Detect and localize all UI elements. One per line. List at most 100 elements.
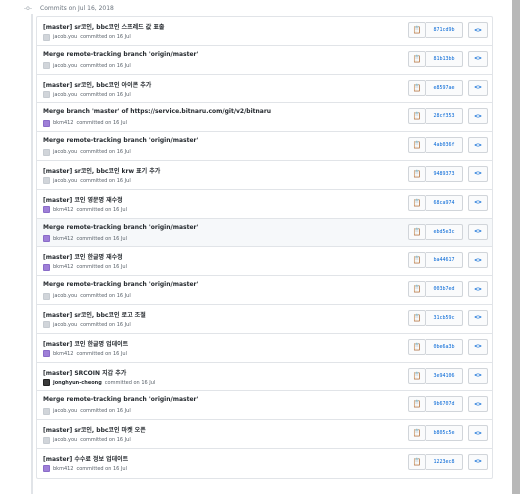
- avatar[interactable]: [43, 119, 50, 127]
- commit-row: [master] 코인 한글명 업데이트 bkm412 committed on 1…: [37, 334, 492, 363]
- author-link[interactable]: jacob.you: [53, 322, 77, 328]
- author-link[interactable]: bkm412: [53, 351, 73, 357]
- code-icon[interactable]: <>: [468, 309, 488, 326]
- commit-sha-button[interactable]: 28cf353: [426, 108, 463, 125]
- avatar[interactable]: [43, 62, 50, 70]
- clipboard-icon[interactable]: 📋: [408, 425, 426, 442]
- commit-sha-button[interactable]: e8597ae: [426, 79, 463, 96]
- clipboard-icon[interactable]: 📋: [408, 50, 426, 67]
- clipboard-icon[interactable]: 📋: [408, 137, 426, 154]
- commit-sha-button[interactable]: 9489373: [426, 165, 463, 182]
- code-icon[interactable]: <>: [468, 223, 488, 240]
- commit-sha-button[interactable]: 31cb59c: [426, 309, 463, 326]
- author-link[interactable]: jacob.you: [53, 63, 77, 69]
- code-icon[interactable]: <>: [468, 281, 488, 298]
- author-link[interactable]: bkm412: [53, 120, 73, 126]
- author-link[interactable]: bkm412: [53, 207, 73, 213]
- clipboard-icon[interactable]: 📋: [408, 108, 426, 125]
- code-icon[interactable]: <>: [468, 425, 488, 442]
- commit-message-link[interactable]: [master] sr코인, bbc코인 마켓 오픈: [43, 425, 146, 434]
- author-link[interactable]: jacob.you: [53, 408, 77, 414]
- commit-message-link[interactable]: [master] 코인 한글명 업데이트: [43, 339, 128, 348]
- commit-sha-button[interactable]: 68ca974: [426, 194, 463, 211]
- commit-sha-button[interactable]: b805c5e: [426, 425, 463, 442]
- clipboard-icon[interactable]: 📋: [408, 223, 426, 240]
- clipboard-icon[interactable]: 📋: [408, 309, 426, 326]
- avatar[interactable]: [43, 91, 50, 99]
- commit-message-link[interactable]: [master] sr코인, bbc코인 아이콘 추가: [43, 80, 151, 89]
- avatar[interactable]: [43, 465, 50, 473]
- commit-sha-button[interactable]: 1223ec8: [426, 453, 463, 470]
- commit-message-link[interactable]: [master] sr코인, bbc코인 스프레드 값 표출: [43, 22, 164, 31]
- avatar[interactable]: [43, 321, 50, 329]
- author-link[interactable]: bkm412: [53, 236, 73, 242]
- commit-message-link[interactable]: [master] sr코인, bbc코인 krw 표기 추가: [43, 166, 160, 175]
- commit-sha-button[interactable]: 871cd9b: [426, 22, 463, 38]
- avatar[interactable]: [43, 33, 50, 41]
- commit-sha-button[interactable]: 4ab036f: [426, 137, 463, 154]
- author-link[interactable]: jacob.you: [53, 293, 77, 299]
- commit-message-link[interactable]: Merge branch 'master' of https://service…: [43, 108, 271, 115]
- clipboard-icon[interactable]: 📋: [408, 453, 426, 470]
- clipboard-icon[interactable]: 📋: [408, 22, 426, 38]
- commit-meta: jacob.you committed on 16 Jul: [43, 407, 131, 415]
- clipboard-icon[interactable]: 📋: [408, 281, 426, 298]
- clipboard-icon[interactable]: 📋: [408, 367, 426, 384]
- author-link[interactable]: jacob.you: [53, 178, 77, 184]
- commit-sha-button[interactable]: ba44617: [426, 252, 463, 269]
- code-icon[interactable]: <>: [468, 194, 488, 211]
- commit-message-link[interactable]: [master] sr코인, bbc코인 로고 조절: [43, 310, 146, 319]
- author-link[interactable]: jacob.you: [53, 149, 77, 155]
- avatar[interactable]: [43, 148, 50, 156]
- clipboard-icon[interactable]: 📋: [408, 396, 426, 413]
- commit-message-link[interactable]: Merge remote-tracking branch 'origin/mas…: [43, 281, 198, 288]
- code-icon[interactable]: <>: [468, 22, 488, 38]
- commit-message-link[interactable]: [master] 수수료 정보 업데이트: [43, 454, 128, 463]
- clipboard-icon[interactable]: 📋: [408, 194, 426, 211]
- author-link[interactable]: bkm412: [53, 466, 73, 472]
- code-icon[interactable]: <>: [468, 367, 488, 384]
- author-link[interactable]: jonghyun-cheong: [53, 380, 102, 386]
- author-link[interactable]: bkm412: [53, 264, 73, 270]
- code-icon[interactable]: <>: [468, 137, 488, 154]
- code-icon[interactable]: <>: [468, 165, 488, 182]
- clipboard-icon[interactable]: 📋: [408, 338, 426, 355]
- avatar[interactable]: [43, 235, 50, 243]
- avatar[interactable]: [43, 436, 50, 444]
- code-icon[interactable]: <>: [468, 108, 488, 125]
- clipboard-icon[interactable]: 📋: [408, 79, 426, 96]
- commit-message-link[interactable]: Merge remote-tracking branch 'origin/mas…: [43, 137, 198, 144]
- commit-message-link[interactable]: [master] 코인 한글명 재수정: [43, 252, 123, 261]
- commit-sha-button[interactable]: 81b13bb: [426, 50, 463, 67]
- code-icon[interactable]: <>: [468, 338, 488, 355]
- code-icon[interactable]: <>: [468, 396, 488, 413]
- scrollbar[interactable]: [512, 0, 520, 494]
- avatar[interactable]: [43, 292, 50, 300]
- commit-sha-button[interactable]: 003b7ed: [426, 281, 463, 298]
- author-link[interactable]: jacob.you: [53, 437, 77, 443]
- commit-message-link[interactable]: [master] SRCOIN 지갑 추가: [43, 368, 126, 377]
- commit-sha-button[interactable]: ebd5e3c: [426, 223, 463, 240]
- commit-message-link[interactable]: Merge remote-tracking branch 'origin/mas…: [43, 396, 198, 403]
- code-icon[interactable]: <>: [468, 50, 488, 67]
- commit-sha-button[interactable]: 9b6707d: [426, 396, 463, 413]
- author-link[interactable]: jacob.you: [53, 92, 77, 98]
- avatar[interactable]: [43, 407, 50, 415]
- code-icon[interactable]: <>: [468, 252, 488, 269]
- code-icon[interactable]: <>: [468, 453, 488, 470]
- commit-message-link[interactable]: Merge remote-tracking branch 'origin/mas…: [43, 51, 198, 58]
- commit-message-link[interactable]: Merge remote-tracking branch 'origin/mas…: [43, 224, 198, 231]
- avatar[interactable]: [43, 350, 50, 358]
- commit-row: Merge remote-tracking branch 'origin/mas…: [37, 391, 492, 421]
- code-icon[interactable]: <>: [468, 79, 488, 96]
- commit-message-link[interactable]: [master] 코인 영문명 재수정: [43, 195, 123, 204]
- avatar[interactable]: [43, 263, 50, 271]
- avatar[interactable]: [43, 206, 50, 214]
- commit-sha-button[interactable]: 0be6a3b: [426, 338, 463, 355]
- clipboard-icon[interactable]: 📋: [408, 165, 426, 182]
- avatar[interactable]: [43, 379, 50, 387]
- avatar[interactable]: [43, 177, 50, 185]
- author-link[interactable]: jacob.you: [53, 34, 77, 40]
- commit-sha-button[interactable]: 3e94106: [426, 367, 463, 384]
- clipboard-icon[interactable]: 📋: [408, 252, 426, 269]
